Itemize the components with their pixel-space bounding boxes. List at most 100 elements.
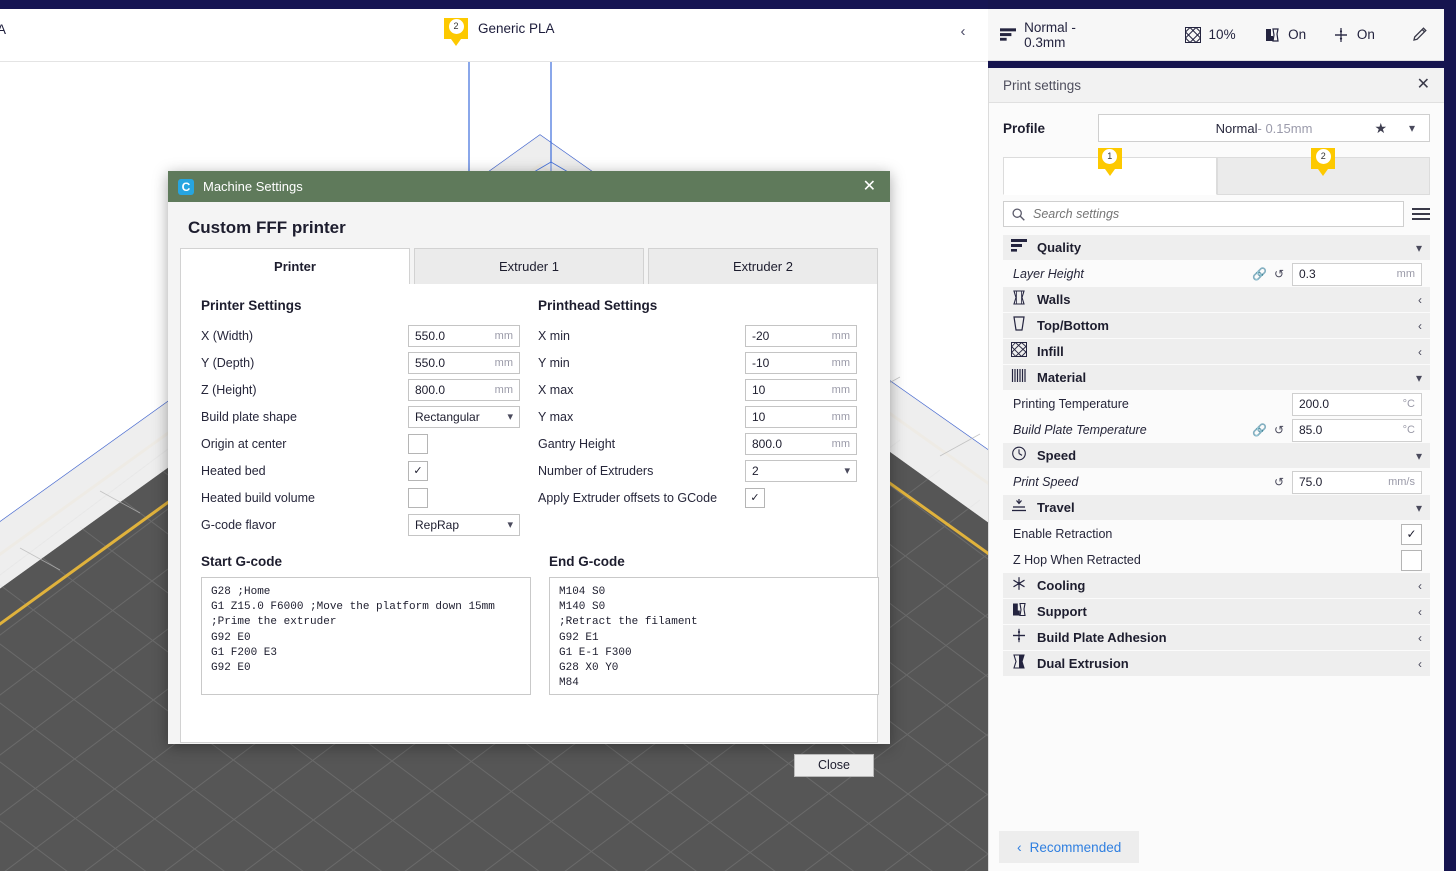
chevron-down-icon[interactable]: ▾: [1416, 501, 1422, 515]
dialog-body: Printer Settings X (Width) 550.0 mm Y (Dept…: [180, 284, 879, 743]
print-settings-title: Print settings: [1003, 77, 1082, 93]
close-icon[interactable]: ✕: [1417, 77, 1430, 93]
chevron-left-icon[interactable]: ‹: [1418, 579, 1422, 593]
setting-value-box[interactable]: 0.3 mm: [1292, 262, 1422, 286]
setting-value-box[interactable]: 85.0 °C: [1292, 418, 1422, 442]
setting-value-box[interactable]: 75.0 mm/s: [1292, 470, 1422, 494]
tab-extruder-1[interactable]: 1: [1003, 148, 1217, 195]
chevron-left-icon[interactable]: ‹: [1418, 657, 1422, 671]
category-label: Cooling: [1037, 578, 1086, 593]
setting-checkbox[interactable]: ✓: [1401, 523, 1422, 545]
field-checkbox[interactable]: ✓: [745, 487, 765, 508]
field-input[interactable]: -10 mm: [745, 351, 857, 374]
settings-category-speed[interactable]: Speed ▾: [1003, 443, 1430, 469]
setting-checkbox[interactable]: [1401, 549, 1422, 571]
field-label: Y min: [538, 355, 570, 370]
dialog-title: Machine Settings: [203, 179, 303, 194]
close-icon[interactable]: ✕: [859, 178, 880, 195]
category-label: Build Plate Adhesion: [1037, 630, 1167, 645]
close-button[interactable]: Close: [794, 753, 874, 777]
field-unit: mm: [831, 383, 850, 396]
chevron-down-icon[interactable]: ▾: [1409, 121, 1415, 135]
recommended-label: Recommended: [1029, 839, 1122, 855]
field-input[interactable]: 10 mm: [745, 378, 857, 401]
field-select[interactable]: Rectangular ▾: [408, 405, 520, 428]
tab-extruder-2[interactable]: Extruder 2: [648, 248, 878, 284]
field-input[interactable]: 550.0 mm: [408, 351, 520, 374]
settings-category-quality[interactable]: Quality ▾: [1003, 235, 1430, 261]
end-gcode-textarea[interactable]: M104 S0 M140 S0 ;Retract the filament G9…: [549, 577, 879, 695]
settings-category-build-plate-adhesion[interactable]: Build Plate Adhesion ‹: [1003, 625, 1430, 651]
settings-category-top-bottom[interactable]: Top/Bottom ‹: [1003, 313, 1430, 339]
settings-category-dual-extrusion[interactable]: Dual Extrusion ‹: [1003, 651, 1430, 677]
setting-value: 0.3: [1299, 267, 1316, 281]
setting-value: 85.0: [1299, 423, 1323, 437]
revert-icon[interactable]: ↺: [1272, 267, 1286, 281]
chevron-left-icon[interactable]: ‹: [1418, 631, 1422, 645]
field-input[interactable]: 800.0 mm: [745, 432, 857, 455]
quality-icon: [1011, 238, 1027, 258]
chevron-left-icon[interactable]: ‹: [1418, 319, 1422, 333]
field-checkbox-wrap: [408, 433, 520, 454]
field-select[interactable]: RepRap ▾: [408, 513, 520, 536]
revert-icon[interactable]: ↺: [1272, 475, 1286, 489]
setting-value: 75.0: [1299, 475, 1323, 489]
tab-extruder-2[interactable]: 2: [1216, 148, 1430, 195]
status-infill[interactable]: 10%: [1184, 26, 1236, 43]
chevron-down-icon[interactable]: ▾: [1416, 449, 1422, 463]
field-value: 2: [752, 463, 759, 478]
search-box[interactable]: [1003, 201, 1404, 227]
setting-label: Enable Retraction: [1013, 527, 1113, 541]
chevron-left-icon[interactable]: ‹: [1418, 605, 1422, 619]
chevron-down-icon[interactable]: ▾: [1416, 241, 1422, 255]
settings-category-travel[interactable]: Travel ▾: [1003, 495, 1430, 521]
dialog-titlebar[interactable]: C Machine Settings ✕: [168, 171, 890, 202]
settings-category-material[interactable]: Material ▾: [1003, 365, 1430, 391]
field-unit: mm: [494, 356, 513, 369]
tab-printer[interactable]: Printer: [180, 248, 410, 284]
field-input[interactable]: 550.0 mm: [408, 324, 520, 347]
extruder-badge: 2: [444, 18, 468, 46]
revert-icon[interactable]: ↺: [1272, 423, 1286, 437]
setting-unit: °C: [1402, 424, 1415, 436]
settings-category-infill[interactable]: Infill ‹: [1003, 339, 1430, 365]
link-icon[interactable]: 🔗: [1252, 267, 1267, 281]
printer-settings-title: Printer Settings: [201, 298, 302, 313]
setting-value-box[interactable]: 200.0 °C: [1292, 392, 1422, 416]
machine-settings-dialog[interactable]: C Machine Settings ✕ Custom FFF printer …: [168, 171, 890, 777]
field-heated-build-volume: Heated build volume: [201, 484, 520, 511]
chevron-left-icon[interactable]: ‹: [1418, 293, 1422, 307]
tab-extruder-1[interactable]: Extruder 1: [414, 248, 644, 284]
profile-dropdown[interactable]: Normal - 0.15mm ★ ▾: [1098, 114, 1430, 142]
chevron-down-icon[interactable]: ▾: [1416, 371, 1422, 385]
start-gcode-textarea[interactable]: G28 ;Home G1 Z15.0 F6000 ;Move the platf…: [201, 577, 531, 695]
star-icon[interactable]: ★: [1374, 120, 1387, 137]
topbar-accent-strip: [0, 0, 988, 9]
field-checkbox[interactable]: [408, 487, 428, 508]
field-input[interactable]: 10 mm: [745, 405, 857, 428]
field-select[interactable]: 2 ▾: [745, 459, 857, 482]
status-support[interactable]: On: [1264, 27, 1306, 43]
link-icon[interactable]: 🔗: [1252, 423, 1267, 437]
right-column: Normal - 0.3mm 10% On On Print settings …: [988, 0, 1456, 871]
travel-icon: [1011, 498, 1027, 518]
printer-settings-column: Printer Settings X (Width) 550.0 mm Y (Dept…: [201, 298, 520, 538]
status-quality[interactable]: Normal - 0.3mm: [1000, 20, 1116, 50]
settings-category-walls[interactable]: Walls ‹: [1003, 287, 1430, 313]
settings-category-support[interactable]: Support ‹: [1003, 599, 1430, 625]
field-checkbox[interactable]: [408, 433, 428, 454]
field-input[interactable]: 800.0 mm: [408, 378, 520, 401]
chevron-left-icon[interactable]: ‹: [946, 14, 980, 48]
hamburger-icon[interactable]: [1412, 208, 1430, 220]
pencil-icon[interactable]: [1407, 22, 1432, 48]
setting-label: Build Plate Temperature: [1013, 423, 1147, 437]
settings-category-cooling[interactable]: Cooling ‹: [1003, 573, 1430, 599]
search-input[interactable]: [1031, 206, 1395, 222]
material-selector[interactable]: 2 Generic PLA: [444, 18, 555, 46]
field-input[interactable]: -20 mm: [745, 324, 857, 347]
field-checkbox[interactable]: ✓: [408, 460, 428, 481]
status-adhesion[interactable]: On: [1333, 27, 1375, 43]
recommended-button[interactable]: ‹ Recommended: [999, 831, 1140, 863]
chevron-left-icon[interactable]: ‹: [1418, 345, 1422, 359]
setting-label: Print Speed: [1013, 475, 1079, 489]
